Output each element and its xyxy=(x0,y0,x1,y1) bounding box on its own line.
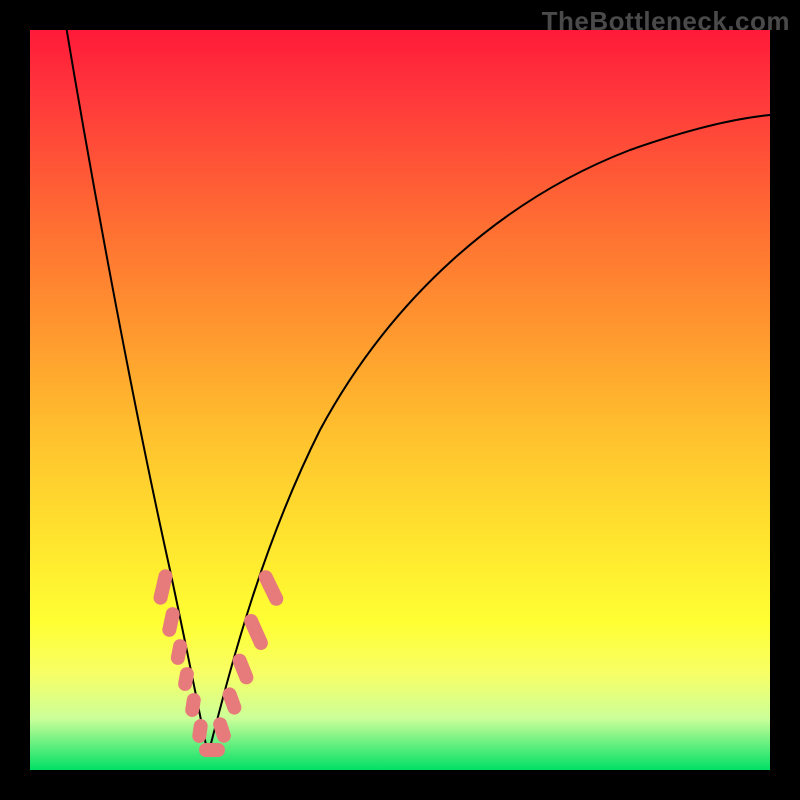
curve-svg xyxy=(30,30,770,770)
marker-group xyxy=(153,569,284,756)
chart-frame: TheBottleneck.com xyxy=(0,0,800,800)
curve-right xyxy=(208,115,770,755)
plot-area xyxy=(30,30,770,770)
